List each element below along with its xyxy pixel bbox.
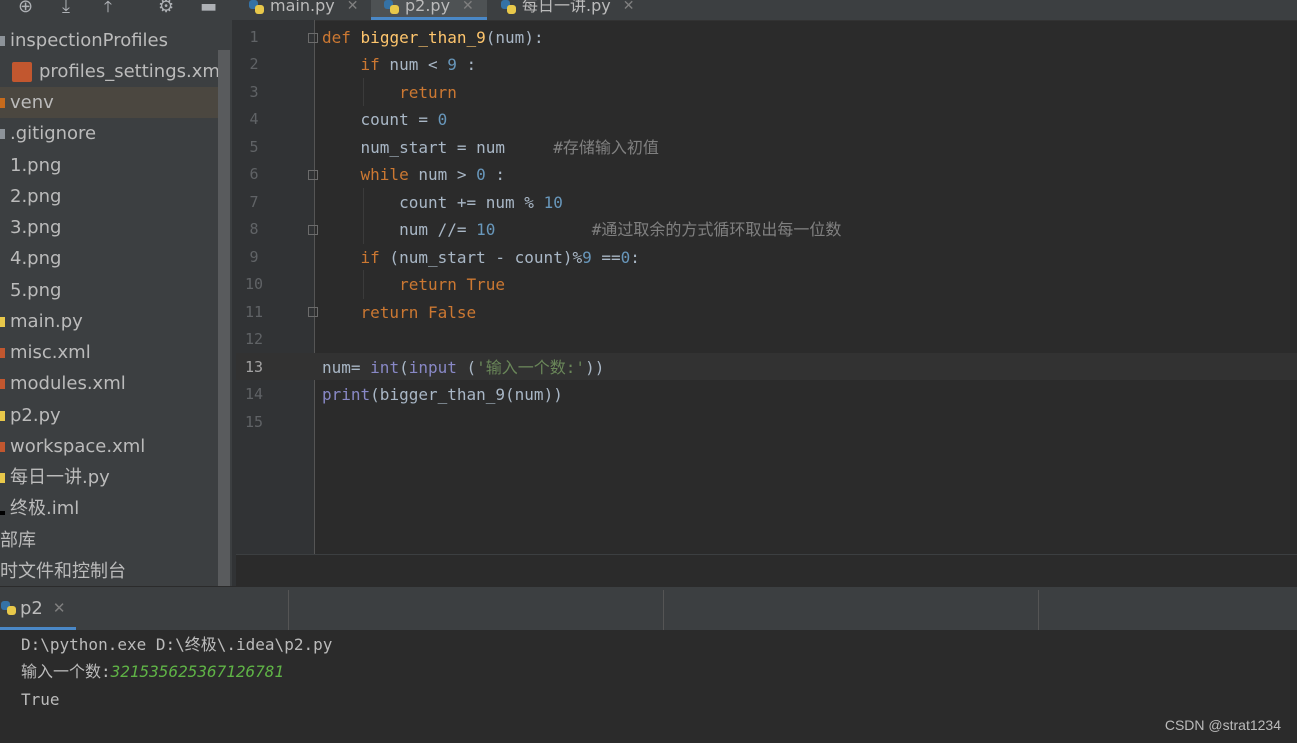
- tree-item-zhongji-iml[interactable]: 终极.iml: [0, 493, 218, 524]
- code-line-2[interactable]: if num < 9 :: [322, 51, 477, 78]
- watermark: CSDN @strat1234: [1164, 717, 1281, 733]
- python-file-icon: [0, 411, 5, 421]
- xml-file-icon: [0, 348, 5, 358]
- line-number: 12: [244, 330, 264, 348]
- line-number-current: 13: [244, 358, 264, 376]
- line-number: 7: [249, 193, 259, 211]
- python-file-icon: [0, 473, 5, 483]
- code-line-8[interactable]: num //= 10 #通过取余的方式循环取出每一位数: [322, 216, 841, 243]
- expand-all-icon[interactable]: ⤒: [104, 0, 112, 16]
- tree-item-2-png[interactable]: 2.png: [0, 181, 218, 212]
- console-command-line: D:\python.exe D:\终极\.idea\p2.py: [21, 635, 333, 654]
- code-line-13[interactable]: num= int(input ('输入一个数:')): [322, 354, 604, 381]
- sidebar-scrollbar[interactable]: [218, 50, 230, 586]
- tree-item-profiles-settings[interactable]: profiles_settings.xml: [0, 56, 225, 87]
- xml-file-icon: [0, 379, 5, 389]
- run-tab-p2[interactable]: p2 ✕: [0, 586, 76, 630]
- console-input-line: 输入一个数:321535625367126781: [21, 662, 285, 681]
- close-icon[interactable]: ✕: [462, 0, 474, 13]
- xml-file-icon: [0, 442, 5, 452]
- tree-item-daily-lesson-py[interactable]: 每日一讲.py: [0, 462, 218, 493]
- line-number: 2: [249, 55, 259, 73]
- tree-item-4-png[interactable]: 4.png: [0, 243, 218, 274]
- divider: [288, 590, 289, 630]
- line-number: 1: [249, 28, 259, 46]
- code-line-10[interactable]: return True: [322, 271, 505, 298]
- add-icon[interactable]: ⊕: [18, 0, 33, 16]
- python-file-icon: [500, 0, 518, 14]
- run-tool-window-header: [0, 586, 1297, 631]
- tree-item-1-png[interactable]: 1.png: [0, 150, 218, 181]
- tree-item-workspace-xml[interactable]: workspace.xml: [0, 431, 218, 462]
- folder-icon: [0, 98, 5, 108]
- tree-item-p2-py[interactable]: p2.py: [0, 400, 218, 431]
- tab-daily-lesson-py[interactable]: 每日一讲.py ✕: [500, 0, 650, 20]
- line-number: 3: [249, 83, 259, 101]
- code-line-14[interactable]: print(bigger_than_9(num)): [322, 381, 563, 408]
- line-number: 15: [244, 413, 264, 431]
- tree-item-inspectionprofiles[interactable]: inspectionProfiles: [0, 25, 218, 56]
- tab-label: main.py: [270, 0, 335, 15]
- python-file-icon: [0, 317, 5, 327]
- tree-item-gitignore[interactable]: .gitignore: [0, 118, 218, 149]
- collapse-all-icon[interactable]: ⤓: [62, 0, 70, 16]
- divider: [1038, 590, 1039, 630]
- fold-marker-icon[interactable]: [308, 307, 318, 317]
- folder-icon: [0, 36, 5, 46]
- tab-p2-py[interactable]: p2.py ✕: [371, 0, 487, 20]
- fold-marker-icon[interactable]: [308, 225, 318, 235]
- line-number: 11: [244, 303, 264, 321]
- code-line-9[interactable]: if (num_start - count)%9 ==0:: [322, 244, 640, 271]
- python-file-icon: [383, 0, 401, 14]
- run-tab-label: p2: [20, 597, 43, 619]
- tab-label: p2.py: [405, 0, 451, 15]
- line-number: 8: [249, 220, 259, 238]
- console-user-input: 321535625367126781: [110, 662, 285, 681]
- python-file-icon: [248, 0, 266, 14]
- line-number: 4: [249, 110, 259, 128]
- code-line-5[interactable]: num_start = num #存储输入初值: [322, 134, 659, 161]
- minimize-icon[interactable]: ▬: [200, 0, 217, 16]
- fold-marker-icon[interactable]: [308, 170, 318, 180]
- tree-item-venv[interactable]: venv: [0, 87, 218, 118]
- line-number: 6: [249, 165, 259, 183]
- iml-file-icon: [0, 511, 5, 515]
- tree-item-misc-xml[interactable]: misc.xml: [0, 337, 218, 368]
- close-icon[interactable]: ✕: [347, 0, 359, 13]
- close-icon[interactable]: ✕: [53, 599, 66, 617]
- file-icon: [0, 129, 5, 139]
- project-tree: inspectionProfiles profiles_settings.xml…: [0, 20, 232, 586]
- console-output-line: True: [21, 690, 60, 709]
- code-line-3[interactable]: return: [322, 79, 457, 106]
- fold-marker-icon[interactable]: [308, 33, 318, 43]
- tree-item-3-png[interactable]: 3.png: [0, 212, 218, 243]
- gear-icon[interactable]: ⚙: [158, 0, 174, 16]
- code-line-7[interactable]: count += num % 10: [322, 189, 563, 216]
- line-number: 10: [244, 275, 264, 293]
- tree-item-main-py[interactable]: main.py: [0, 306, 218, 337]
- code-line-6[interactable]: while num > 0 :: [322, 161, 506, 188]
- tree-item-modules-xml[interactable]: modules.xml: [0, 368, 218, 399]
- tree-item-external-libraries[interactable]: 部库: [0, 525, 218, 556]
- code-line-1[interactable]: def bigger_than_9(num):: [322, 24, 544, 51]
- line-number: 5: [249, 138, 259, 156]
- project-toolbar: ⊕ ⤓ ⤒ ⚙ ▬: [0, 0, 236, 20]
- line-number: 9: [249, 248, 259, 266]
- tree-item-scratches[interactable]: 时文件和控制台: [0, 556, 218, 587]
- code-line-4[interactable]: count = 0: [322, 106, 448, 133]
- tab-main-py[interactable]: main.py ✕: [248, 0, 366, 20]
- xml-file-icon: [12, 62, 32, 82]
- line-number: 14: [244, 385, 264, 403]
- close-icon[interactable]: ✕: [623, 0, 635, 13]
- tab-label: 每日一讲.py: [522, 0, 611, 15]
- tree-item-5-png[interactable]: 5.png: [0, 275, 218, 306]
- python-run-icon: [0, 601, 18, 615]
- code-line-11[interactable]: return False: [322, 299, 477, 326]
- editor-breadcrumb-area: [236, 554, 1297, 587]
- divider: [663, 590, 664, 630]
